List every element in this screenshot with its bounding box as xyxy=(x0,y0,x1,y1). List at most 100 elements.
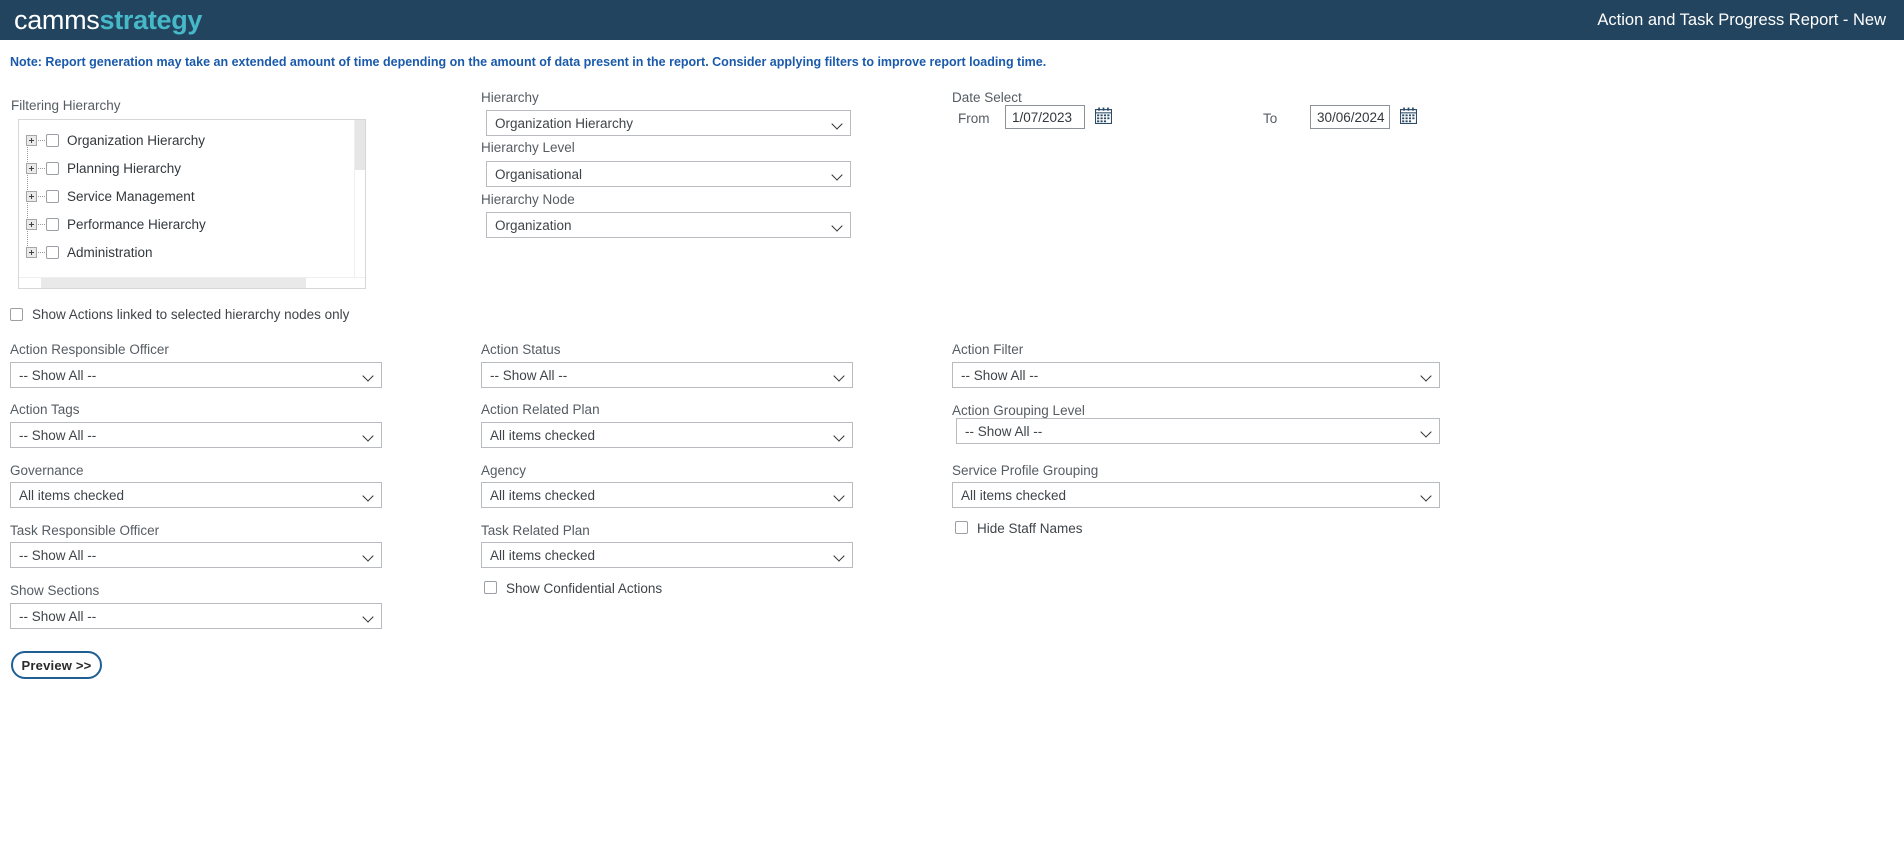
expand-plus-icon[interactable] xyxy=(26,218,37,230)
tree-node-checkbox[interactable] xyxy=(46,161,59,175)
service-profile-grouping-select[interactable]: All items checked xyxy=(952,482,1440,508)
date-from-value: 1/07/2023 xyxy=(1012,109,1073,125)
date-to-label: To xyxy=(1263,111,1278,126)
tree-dash-icon xyxy=(38,251,45,253)
task-related-plan-label: Task Related Plan xyxy=(481,523,590,538)
calendar-icon[interactable] xyxy=(1400,107,1417,124)
action-grouping-level-value: -- Show All -- xyxy=(965,423,1043,439)
task-related-plan-select[interactable]: All items checked xyxy=(481,542,853,568)
tree-horizontal-scrollbar[interactable] xyxy=(19,277,365,288)
action-tags-label: Action Tags xyxy=(10,402,80,417)
hierarchy-node-label: Hierarchy Node xyxy=(481,192,575,207)
task-related-plan-value: All items checked xyxy=(490,547,596,563)
agency-value: All items checked xyxy=(490,487,596,503)
agency-label: Agency xyxy=(481,463,527,478)
hierarchy-node-select[interactable]: Organization xyxy=(486,212,851,238)
tree-node-label: Organization Hierarchy xyxy=(67,132,206,148)
hierarchy-select[interactable]: Organization Hierarchy xyxy=(486,110,851,136)
show-sections-label: Show Sections xyxy=(10,583,100,598)
expand-plus-icon[interactable] xyxy=(26,190,37,202)
note-banner: Note: Report generation may take an exte… xyxy=(10,55,1047,69)
governance-label: Governance xyxy=(10,463,84,478)
app-header: cammsstrategy Action and Task Progress R… xyxy=(0,0,1904,40)
tree-horizontal-scroll-thumb[interactable] xyxy=(41,278,306,288)
action-filter-select[interactable]: -- Show All -- xyxy=(952,362,1440,388)
tree-node-administration[interactable]: Administration xyxy=(23,238,365,266)
tree-dash-icon xyxy=(38,167,45,169)
tree-node-checkbox[interactable] xyxy=(46,245,59,259)
hierarchy-node-select-value: Organization xyxy=(495,217,572,233)
action-grouping-level-select[interactable]: -- Show All -- xyxy=(956,418,1440,444)
tree-node-planning-hierarchy[interactable]: Planning Hierarchy xyxy=(23,154,365,182)
task-responsible-officer-label: Task Responsible Officer xyxy=(10,523,160,538)
tree-dash-icon xyxy=(38,195,45,197)
governance-select[interactable]: All items checked xyxy=(10,482,382,508)
show-actions-linked-only-label: Show Actions linked to selected hierarch… xyxy=(32,307,350,322)
action-responsible-officer-label: Action Responsible Officer xyxy=(10,342,169,357)
action-status-value: -- Show All -- xyxy=(490,367,568,383)
logo-camms: camms xyxy=(14,4,100,35)
date-to-value: 30/06/2024 xyxy=(1317,109,1385,125)
filtering-hierarchy-tree[interactable]: Organization Hierarchy Planning Hierarch… xyxy=(18,119,366,289)
service-profile-grouping-value: All items checked xyxy=(961,487,1067,503)
show-confidential-actions-row[interactable]: Show Confidential Actions xyxy=(484,581,662,596)
date-select-label: Date Select xyxy=(952,90,1022,105)
date-from-label: From xyxy=(958,111,990,126)
tree-node-checkbox[interactable] xyxy=(46,189,59,203)
show-confidential-actions-checkbox[interactable] xyxy=(484,581,497,594)
action-status-label: Action Status xyxy=(481,342,561,357)
action-grouping-level-label: Action Grouping Level xyxy=(952,403,1085,418)
action-tags-value: -- Show All -- xyxy=(19,427,97,443)
hierarchy-label: Hierarchy xyxy=(481,90,539,105)
action-status-select[interactable]: -- Show All -- xyxy=(481,362,853,388)
tree-node-label: Administration xyxy=(67,244,153,260)
hide-staff-names-checkbox[interactable] xyxy=(955,521,968,534)
governance-value: All items checked xyxy=(19,487,125,503)
hierarchy-level-select[interactable]: Organisational xyxy=(486,161,851,187)
hierarchy-level-select-value: Organisational xyxy=(495,166,583,182)
preview-button[interactable]: Preview >> xyxy=(11,651,102,679)
tree-vertical-scroll-thumb[interactable] xyxy=(355,120,365,170)
action-related-plan-select[interactable]: All items checked xyxy=(481,422,853,448)
tree-node-organization-hierarchy[interactable]: Organization Hierarchy xyxy=(23,126,365,154)
service-profile-grouping-label: Service Profile Grouping xyxy=(952,463,1099,478)
date-from-input[interactable]: 1/07/2023 xyxy=(1005,105,1085,129)
show-actions-linked-only-row[interactable]: Show Actions linked to selected hierarch… xyxy=(10,307,349,322)
task-responsible-officer-value: -- Show All -- xyxy=(19,547,97,563)
action-responsible-officer-select[interactable]: -- Show All -- xyxy=(10,362,382,388)
tree-vertical-scrollbar[interactable] xyxy=(354,120,365,288)
hierarchy-select-value: Organization Hierarchy xyxy=(495,115,634,131)
tree-dash-icon xyxy=(38,139,45,141)
tree-node-checkbox[interactable] xyxy=(46,133,59,147)
action-tags-select[interactable]: -- Show All -- xyxy=(10,422,382,448)
action-filter-label: Action Filter xyxy=(952,342,1024,357)
show-sections-select[interactable]: -- Show All -- xyxy=(10,603,382,629)
app-logo: cammsstrategy xyxy=(14,4,203,35)
date-to-input[interactable]: 30/06/2024 xyxy=(1310,105,1390,129)
hierarchy-level-label: Hierarchy Level xyxy=(481,140,575,155)
expand-plus-icon[interactable] xyxy=(26,246,37,258)
show-sections-value: -- Show All -- xyxy=(19,608,97,624)
tree-node-label: Service Management xyxy=(67,188,195,204)
page-title: Action and Task Progress Report - New xyxy=(1597,10,1886,29)
tree-inner: Organization Hierarchy Planning Hierarch… xyxy=(19,120,365,266)
hide-staff-names-label: Hide Staff Names xyxy=(977,521,1083,536)
tree-dash-icon xyxy=(38,223,45,225)
agency-select[interactable]: All items checked xyxy=(481,482,853,508)
action-filter-value: -- Show All -- xyxy=(961,367,1039,383)
action-responsible-officer-value: -- Show All -- xyxy=(19,367,97,383)
expand-plus-icon[interactable] xyxy=(26,162,37,174)
show-confidential-actions-label: Show Confidential Actions xyxy=(506,581,663,596)
calendar-icon[interactable] xyxy=(1095,107,1112,124)
hide-staff-names-row[interactable]: Hide Staff Names xyxy=(955,521,1083,536)
tree-node-performance-hierarchy[interactable]: Performance Hierarchy xyxy=(23,210,365,238)
logo-strategy: strategy xyxy=(99,4,203,35)
action-related-plan-value: All items checked xyxy=(490,427,596,443)
task-responsible-officer-select[interactable]: -- Show All -- xyxy=(10,542,382,568)
expand-plus-icon[interactable] xyxy=(26,134,37,146)
tree-node-service-management[interactable]: Service Management xyxy=(23,182,365,210)
filtering-hierarchy-label: Filtering Hierarchy xyxy=(11,98,121,113)
tree-node-checkbox[interactable] xyxy=(46,217,59,231)
tree-node-label: Planning Hierarchy xyxy=(67,160,182,176)
show-actions-linked-only-checkbox[interactable] xyxy=(10,308,23,321)
